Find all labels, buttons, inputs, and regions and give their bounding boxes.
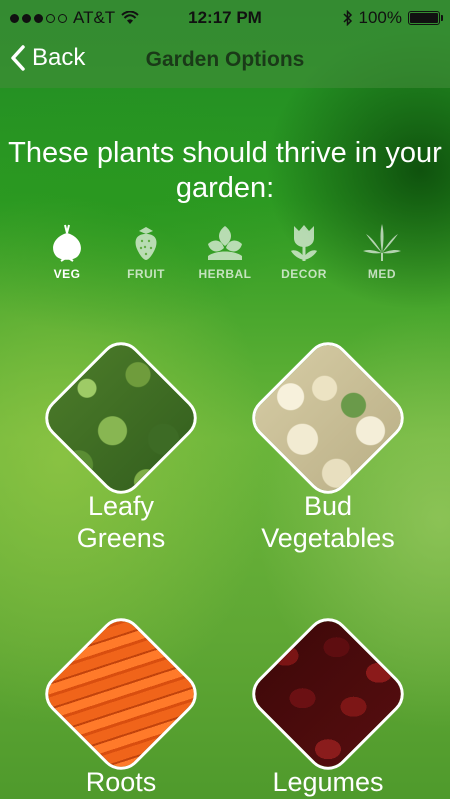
onion-icon bbox=[53, 224, 81, 262]
tab-med[interactable]: MED bbox=[347, 222, 417, 281]
card-legumes-image bbox=[243, 609, 413, 779]
headline-text: These plants should thrive in your garde… bbox=[8, 137, 442, 204]
signal-strength-icon bbox=[10, 13, 67, 23]
card-leafy-greens-image bbox=[36, 333, 206, 503]
card-leafy-greens[interactable]: Leafy Greens bbox=[31, 328, 211, 554]
card-label-line2: Vegetables bbox=[261, 523, 395, 553]
card-bud-vegetables[interactable]: Bud Vegetables bbox=[238, 328, 418, 554]
nav-bar: Back Garden Options bbox=[0, 36, 450, 88]
tab-herbal[interactable]: HERBAL bbox=[190, 222, 260, 281]
status-right: 100% bbox=[342, 8, 443, 28]
headline: These plants should thrive in your garde… bbox=[0, 136, 450, 206]
tab-veg[interactable]: VEG bbox=[32, 222, 102, 281]
strawberry-icon bbox=[135, 227, 157, 260]
wifi-icon bbox=[121, 11, 139, 24]
card-roots[interactable]: Roots bbox=[31, 604, 211, 798]
card-roots-image bbox=[36, 609, 206, 779]
tab-herbal-label: HERBAL bbox=[198, 267, 252, 281]
tab-fruit-label: FRUIT bbox=[127, 267, 165, 281]
tab-decor-label: DECOR bbox=[281, 267, 327, 281]
battery-icon bbox=[408, 11, 443, 25]
status-bar: AT&T 12:17 PM 100% bbox=[0, 0, 450, 36]
cannabis-leaf-icon bbox=[363, 224, 401, 261]
carrier-label: AT&T bbox=[73, 8, 116, 27]
tab-veg-label: VEG bbox=[53, 267, 81, 281]
status-left: AT&T bbox=[10, 8, 139, 28]
card-bud-vegetables-label: Bud Vegetables bbox=[238, 490, 418, 554]
category-tabs: VEG FRUIT HERBAL DECOR MED bbox=[0, 222, 450, 292]
battery-percent: 100% bbox=[358, 8, 402, 27]
bluetooth-icon bbox=[342, 10, 352, 26]
card-label-line2: Greens bbox=[76, 523, 166, 553]
tab-med-label: MED bbox=[367, 267, 397, 281]
card-legumes[interactable]: Legumes bbox=[238, 604, 418, 798]
tab-decor[interactable]: DECOR bbox=[269, 222, 339, 281]
leaf-icon bbox=[208, 226, 242, 260]
tab-fruit[interactable]: FRUIT bbox=[111, 222, 181, 281]
page-title: Garden Options bbox=[145, 48, 305, 71]
card-leafy-greens-label: Leafy Greens bbox=[31, 490, 211, 554]
tulip-icon bbox=[291, 225, 317, 261]
card-bud-vegetables-image bbox=[243, 333, 413, 503]
